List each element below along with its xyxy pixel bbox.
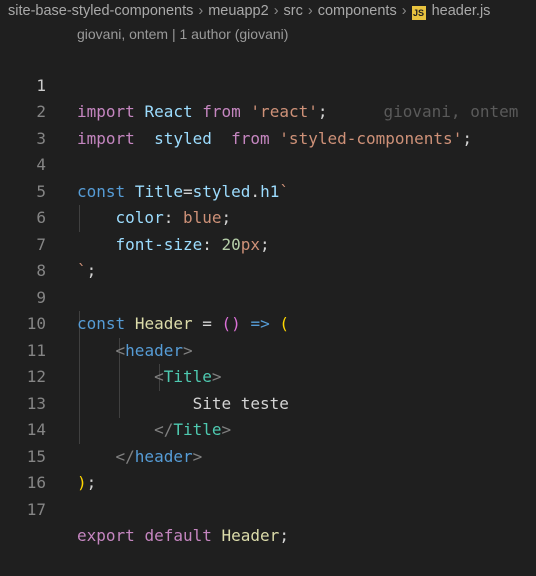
breadcrumb-item-components[interactable]: components (318, 3, 397, 19)
breadcrumb-item-project[interactable]: site-base-styled-components (8, 3, 193, 19)
breadcrumb-item-src[interactable]: src (284, 3, 303, 19)
code-line: 11 <Title> (0, 311, 536, 387)
code-line: 8 (0, 232, 536, 280)
code-line: 1 import React from 'react'; giovani, ont… (0, 46, 536, 122)
code-line: 17 export default Header; (0, 470, 536, 546)
code-line: 13 </Title> (0, 364, 536, 440)
code-line: 12 Site teste (0, 338, 536, 413)
code-line: 2 import styled from 'styled-components'… (0, 73, 536, 148)
code-line: 10 <header> (0, 285, 536, 360)
breadcrumb-item-meuapp2[interactable]: meuapp2 (208, 3, 268, 19)
code-line: 16 (0, 444, 536, 492)
chevron-right-icon: › (307, 3, 313, 19)
code-line: 14 </header> (0, 391, 536, 466)
code-line: 3 (0, 99, 536, 148)
codelens-authors[interactable]: giovani, ontem | 1 author (giovani) (0, 22, 536, 46)
code-line: 4 const Title=styled.h1` (0, 126, 536, 201)
chevron-right-icon: › (198, 3, 204, 19)
breadcrumb: site-base-styled-components › meuapp2 › src ›… (0, 0, 536, 22)
code-line: 9 const Header = () => ( (0, 258, 536, 334)
code-editor[interactable]: 1 import React from 'react'; giovani, ont… (0, 46, 536, 546)
code-line: 15 ); (0, 417, 536, 493)
breadcrumb-item-file[interactable]: header.js (432, 3, 491, 19)
chevron-right-icon: › (273, 3, 279, 19)
line-number: 17 (26, 499, 46, 519)
javascript-file-icon: JS (411, 6, 426, 20)
code-line: 6 font-size: 20px; (0, 179, 536, 254)
code-line: 7 `; (0, 205, 536, 281)
code-line: 5 color: blue; (0, 152, 536, 228)
chevron-right-icon: › (401, 3, 407, 19)
